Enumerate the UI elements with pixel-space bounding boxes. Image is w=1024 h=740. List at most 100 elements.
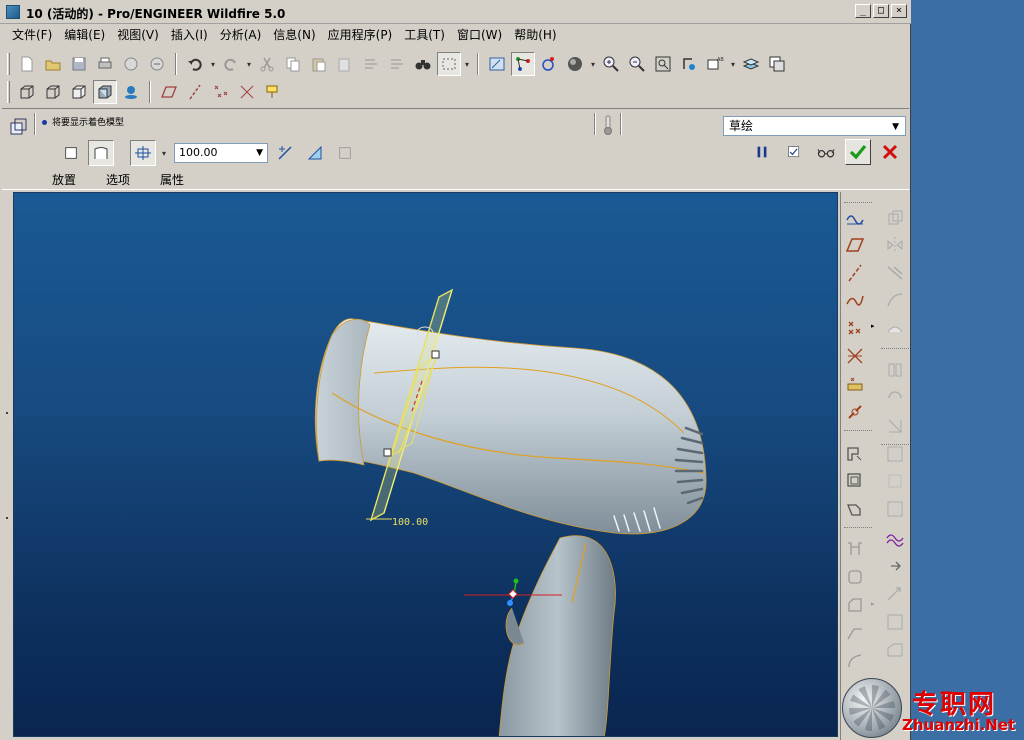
confirm-ok-button[interactable] xyxy=(845,139,871,165)
layers-icon[interactable] xyxy=(739,52,763,76)
selection-dropdown-icon[interactable]: ▾ xyxy=(463,52,471,76)
wrap-tool-icon[interactable] xyxy=(883,386,907,410)
zoom-in-icon[interactable] xyxy=(599,52,623,76)
verify-glasses-icon[interactable] xyxy=(813,139,839,165)
datum-plane-tool-icon[interactable] xyxy=(843,233,867,257)
thicken-icon[interactable] xyxy=(332,140,358,166)
toolbar-grip[interactable] xyxy=(7,53,10,75)
chamfer-tool-icon[interactable] xyxy=(843,593,867,617)
redo-icon[interactable] xyxy=(219,52,243,76)
close-button[interactable]: × xyxy=(891,4,907,18)
mail-link-icon[interactable] xyxy=(145,52,169,76)
quilt-display-icon[interactable] xyxy=(88,140,114,166)
shell-tool-icon[interactable] xyxy=(843,469,867,493)
menu-view[interactable]: 视图(V) xyxy=(111,25,165,45)
menu-edit[interactable]: 编辑(E) xyxy=(58,25,111,45)
send-mail-icon[interactable] xyxy=(119,52,143,76)
style-curve-icon[interactable] xyxy=(883,526,907,550)
datum-point-tool-icon[interactable] xyxy=(843,316,867,340)
menu-help[interactable]: 帮助(H) xyxy=(508,25,562,45)
intersect-tool-icon[interactable] xyxy=(883,316,907,340)
tab-properties[interactable]: 属性 xyxy=(156,171,188,188)
menu-analysis[interactable]: 分析(A) xyxy=(214,25,268,45)
saved-views-dropdown-icon[interactable]: ▾ xyxy=(729,52,737,76)
mode-select[interactable]: 草绘 ▼ xyxy=(723,116,906,136)
datum-axes-display-icon[interactable] xyxy=(183,80,207,104)
offset-direction-icon[interactable] xyxy=(130,140,156,166)
datum-planes-display-icon[interactable] xyxy=(157,80,181,104)
chamfer-flyout-icon[interactable]: ▸ xyxy=(871,600,875,608)
sketch-datum-curve-icon[interactable] xyxy=(843,206,867,230)
reference-feature-icon[interactable] xyxy=(843,400,867,424)
surface-display-icon[interactable] xyxy=(58,140,84,166)
datum-curve-tool-icon[interactable] xyxy=(843,288,867,312)
offset-type-dropdown-icon[interactable]: ▾ xyxy=(160,141,168,165)
rib-tool-icon[interactable] xyxy=(843,497,867,521)
datum-points-display-icon[interactable] xyxy=(209,80,233,104)
hidden-line-icon[interactable] xyxy=(41,80,65,104)
print-icon[interactable] xyxy=(93,52,117,76)
find-binoculars-icon[interactable] xyxy=(411,52,435,76)
spin-center-icon[interactable] xyxy=(511,52,535,76)
tab-placement[interactable]: 放置 xyxy=(48,171,80,188)
annotation-display-icon[interactable] xyxy=(261,80,285,104)
analysis-feature-icon[interactable] xyxy=(843,372,867,396)
cancel-button[interactable] xyxy=(877,139,903,165)
orient-mode-icon[interactable] xyxy=(537,52,561,76)
wireframe-icon[interactable] xyxy=(15,80,39,104)
graphics-viewport[interactable]: 100.00 xyxy=(13,192,838,737)
copy-paste-icon[interactable] xyxy=(883,206,907,230)
menu-tools[interactable]: 工具(T) xyxy=(398,25,451,45)
grid-pattern-icon[interactable] xyxy=(883,497,907,521)
regen-manager-icon[interactable] xyxy=(385,52,409,76)
new-file-icon[interactable] xyxy=(15,52,39,76)
left-sash[interactable] xyxy=(2,192,12,738)
group-tool-icon[interactable] xyxy=(883,469,907,493)
view-manager-icon[interactable] xyxy=(765,52,789,76)
selection-box-icon[interactable] xyxy=(437,52,461,76)
merge-tool-icon[interactable] xyxy=(883,261,907,285)
paste-icon[interactable] xyxy=(307,52,331,76)
paste-special-icon[interactable] xyxy=(333,52,357,76)
offset-tool-icon[interactable] xyxy=(843,649,867,673)
preview-checkbox-icon[interactable] xyxy=(781,139,807,165)
freestyle-icon[interactable] xyxy=(883,638,907,662)
refit-icon[interactable] xyxy=(651,52,675,76)
offset-value-input[interactable]: 100.00 ▼ xyxy=(174,143,268,163)
trim-tool-icon[interactable] xyxy=(883,288,907,312)
undo-dropdown-icon[interactable]: ▾ xyxy=(209,52,217,76)
zoom-out-icon[interactable] xyxy=(625,52,649,76)
no-hidden-icon[interactable] xyxy=(67,80,91,104)
menu-window[interactable]: 窗口(W) xyxy=(451,25,508,45)
trim-surface-icon[interactable] xyxy=(302,140,328,166)
extend-tool-icon[interactable] xyxy=(843,621,867,645)
solidify-tool-icon[interactable] xyxy=(883,414,907,438)
project-tool-icon[interactable] xyxy=(883,358,907,382)
maximize-button[interactable]: □ xyxy=(873,4,889,18)
menu-info[interactable]: 信息(N) xyxy=(267,25,321,45)
mirror-tool-icon[interactable] xyxy=(883,233,907,257)
reorient-icon[interactable] xyxy=(677,52,701,76)
redo-dropdown-icon[interactable]: ▾ xyxy=(245,52,253,76)
minimize-button[interactable]: _ xyxy=(855,4,871,18)
pattern-tool-icon[interactable] xyxy=(883,442,907,466)
toolbar-grip[interactable] xyxy=(7,81,10,103)
copy-icon[interactable] xyxy=(281,52,305,76)
regenerate-icon[interactable] xyxy=(359,52,383,76)
flip-direction-icon[interactable] xyxy=(272,140,298,166)
undo-icon[interactable] xyxy=(183,52,207,76)
appearance-dropdown-icon[interactable]: ▾ xyxy=(589,52,597,76)
hole-tool-icon[interactable] xyxy=(843,442,867,466)
datum-axis-tool-icon[interactable] xyxy=(843,261,867,285)
save-icon[interactable] xyxy=(67,52,91,76)
tab-options[interactable]: 选项 xyxy=(102,171,134,188)
menu-file[interactable]: 文件(F) xyxy=(6,25,58,45)
model-tree-icon[interactable] xyxy=(119,80,143,104)
flatten-quilt-icon[interactable] xyxy=(883,582,907,606)
pause-icon[interactable] xyxy=(749,139,775,165)
flyout-arrow-icon[interactable] xyxy=(883,554,907,578)
saved-views-icon[interactable]: AB xyxy=(703,52,727,76)
draft-tool-icon[interactable] xyxy=(843,537,867,561)
boundary-blend-icon[interactable] xyxy=(883,610,907,634)
shading-icon[interactable] xyxy=(93,80,117,104)
